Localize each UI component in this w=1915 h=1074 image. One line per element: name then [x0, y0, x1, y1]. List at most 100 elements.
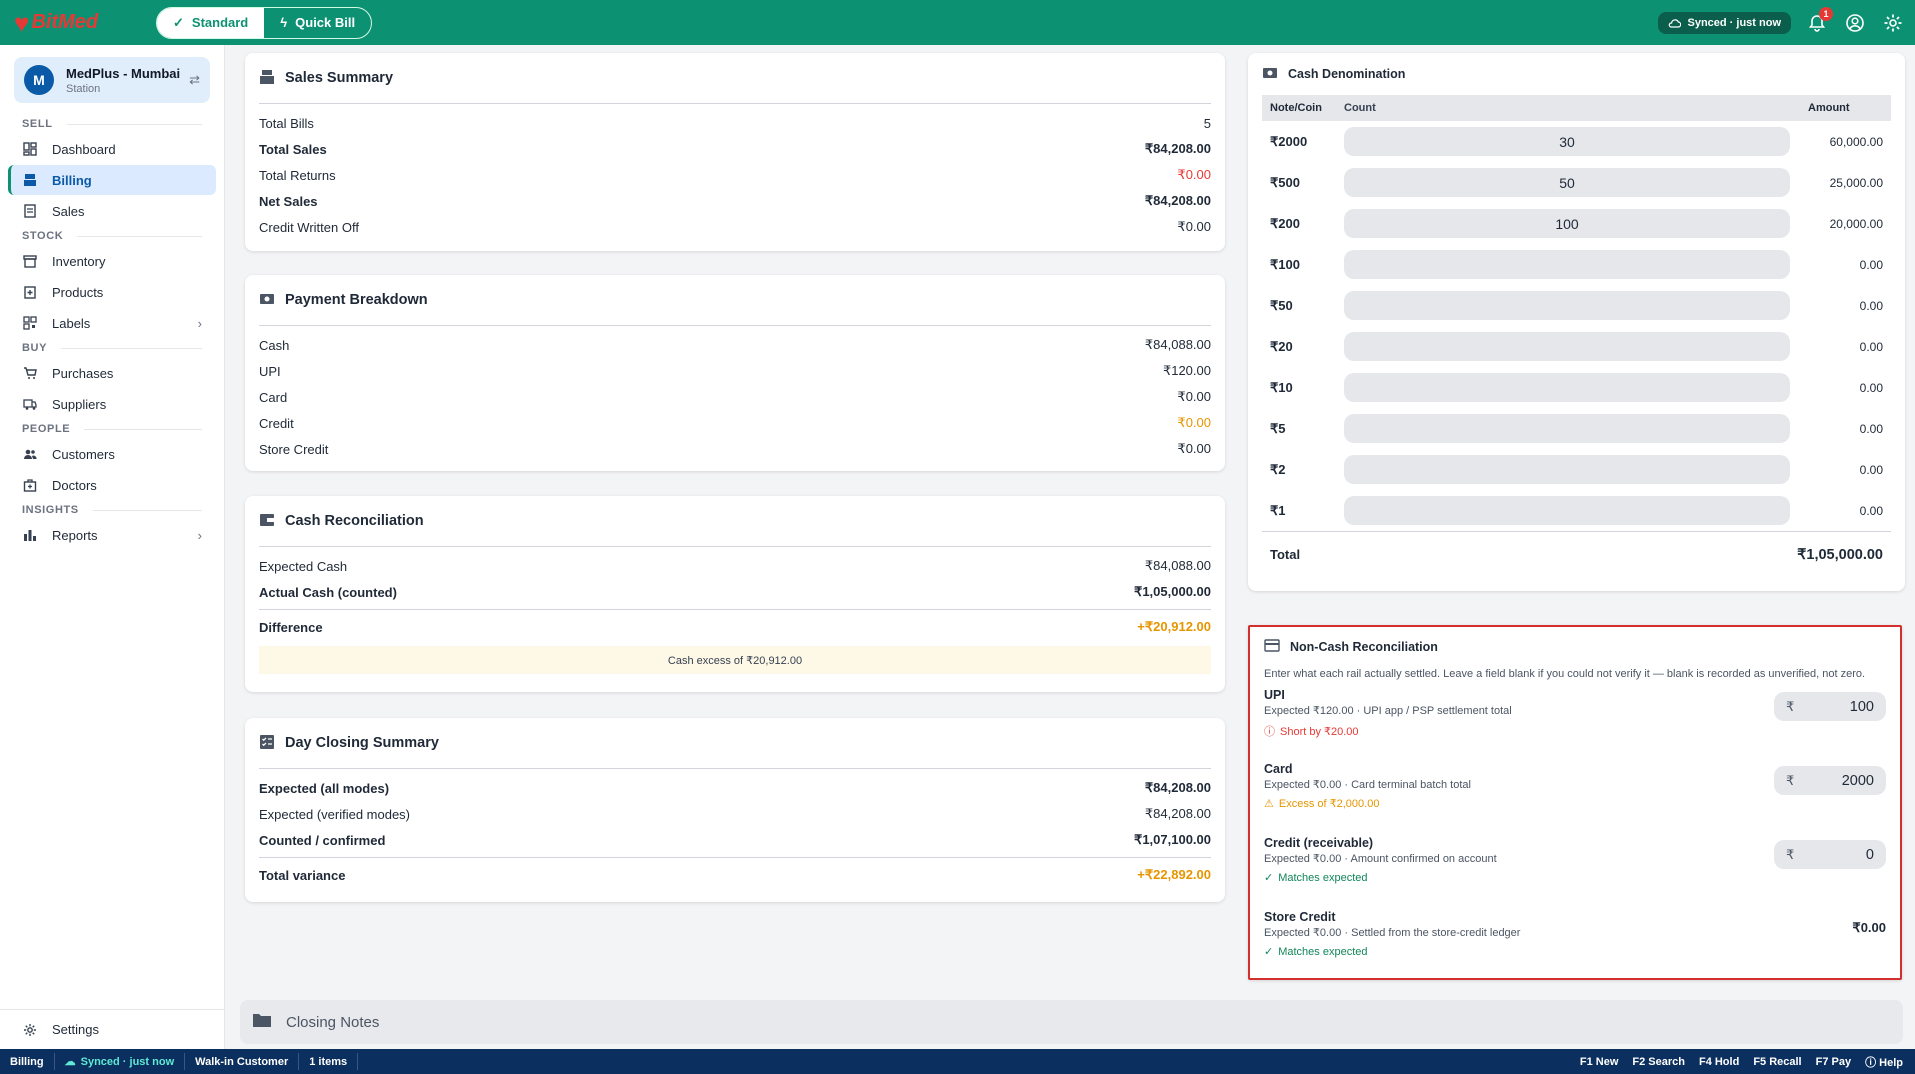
total-label: Total [1270, 547, 1301, 562]
row-label: Counted / confirmed [259, 832, 386, 848]
sidebar-item-settings[interactable]: Settings [0, 1009, 225, 1049]
wallet-icon [259, 512, 275, 531]
card-title: Payment Breakdown [285, 292, 428, 308]
station-switcher[interactable]: M MedPlus - Mumbai Station ⇄ [14, 57, 210, 103]
rail-name: Store Credit [1264, 910, 1336, 924]
sidebar-item-reports[interactable]: Reports › [8, 520, 216, 550]
sidebar-item-label: Sales [52, 203, 85, 219]
warning-icon: ⚠ [1264, 798, 1274, 810]
sidebar-item-label: Reports [52, 527, 98, 543]
chevron-right-icon: › [197, 527, 202, 543]
row-label: Total Bills [259, 115, 314, 131]
inventory-icon [22, 253, 38, 269]
count-input[interactable] [1344, 291, 1790, 320]
sidebar-item-dashboard[interactable]: Dashboard [8, 134, 216, 164]
count-input[interactable] [1344, 455, 1790, 484]
credit-amount-input[interactable]: ₹ 0 [1774, 840, 1886, 869]
card-amount-input[interactable]: ₹ 2000 [1774, 766, 1886, 795]
cash-reconciliation-card: Cash Reconciliation Expected Cash ₹84,088… [245, 496, 1225, 692]
row-value: 5 [1203, 115, 1211, 131]
total-variance-row: Total variance +₹22,892.00 [245, 862, 1225, 888]
logo[interactable]: ♥ BitMed [14, 10, 134, 36]
count-input[interactable]: 50 [1344, 168, 1790, 197]
user-circle-icon [1846, 13, 1864, 32]
card-title: Day Closing Summary [285, 735, 439, 751]
denomination-amount: 0.00 [1859, 421, 1883, 436]
denomination-table-header: Note/Coin Count Amount [1262, 95, 1891, 121]
sidebar-item-purchases[interactable]: Purchases [8, 358, 216, 388]
denomination-amount: 20,000.00 [1829, 216, 1883, 231]
card-title: Cash Denomination [1288, 67, 1406, 81]
swap-icon: ⇄ [189, 72, 200, 87]
bar-chart-icon [22, 527, 38, 543]
chevron-right-icon: › [197, 315, 202, 331]
help-button[interactable]: ⓘ Help [1865, 1054, 1903, 1070]
sidebar-item-label: Settings [52, 1022, 99, 1037]
sidebar-item-inventory[interactable]: Inventory [8, 246, 216, 276]
denomination-row: ₹5 0.00 [1262, 408, 1891, 449]
row-label: Expected Cash [259, 558, 348, 574]
shortcut-f4-hold[interactable]: F4 Hold [1699, 1056, 1739, 1068]
difference-row: Difference +₹20,912.00 [245, 614, 1225, 640]
denomination-label: ₹50 [1270, 297, 1293, 313]
sidebar-item-label: Labels [52, 315, 91, 331]
account-button[interactable] [1843, 11, 1867, 35]
total-sales-row: Total Sales ₹84,208.00 [245, 136, 1225, 162]
denomination-row: ₹10 0.00 [1262, 367, 1891, 408]
row-value: ₹84,208.00 [1144, 141, 1211, 156]
denomination-row: ₹2000 30 60,000.00 [1262, 121, 1891, 162]
denomination-row: ₹20 0.00 [1262, 326, 1891, 367]
count-input[interactable] [1344, 496, 1790, 525]
closing-notes-panel[interactable]: Closing Notes [240, 1000, 1903, 1044]
standard-mode-button[interactable]: ✓ Standard [157, 7, 265, 38]
notifications-button[interactable]: 1 [1805, 6, 1833, 35]
day-closing-summary-card: Day Closing Summary Expected (all modes)… [245, 718, 1225, 902]
sync-status-pill[interactable]: Synced · just now [1658, 11, 1791, 34]
money-icon [259, 292, 275, 309]
upi-amount-input[interactable]: ₹ 100 [1774, 692, 1886, 721]
count-input[interactable] [1344, 373, 1790, 402]
help-label: Help [1879, 1056, 1903, 1069]
lightning-icon: ϟ [280, 15, 288, 30]
sidebar-item-labels[interactable]: Labels › [8, 308, 216, 338]
count-input[interactable] [1344, 250, 1790, 279]
count-input[interactable] [1344, 414, 1790, 443]
store-credit-row: Store Credit ₹0.00 [245, 436, 1225, 462]
row-value: ₹0.00 [1177, 167, 1211, 182]
shortcut-f7-pay[interactable]: F7 Pay [1816, 1056, 1851, 1068]
shortcut-f2-search[interactable]: F2 Search [1632, 1056, 1685, 1068]
row-value: ₹0.00 [1177, 219, 1211, 234]
sidebar-item-sales[interactable]: Sales [8, 196, 216, 226]
sidebar-item-label: Dashboard [52, 141, 116, 157]
sidebar-item-billing[interactable]: Billing [8, 165, 216, 195]
denomination-amount: 0.00 [1859, 380, 1883, 395]
sidebar-item-doctors[interactable]: Doctors [8, 470, 216, 500]
sidebar-item-customers[interactable]: Customers [8, 439, 216, 469]
sidebar-item-suppliers[interactable]: Suppliers [8, 389, 216, 419]
row-value: +₹22,892.00 [1137, 867, 1211, 882]
standard-mode-label: Standard [191, 15, 249, 30]
sidebar-item-label: Inventory [52, 253, 106, 269]
rail-status-text: Short by ₹20.00 [1280, 725, 1359, 738]
denomination-label: ₹10 [1270, 379, 1293, 395]
shortcut-f1-new[interactable]: F1 New [1580, 1056, 1619, 1068]
sidebar-item-label: Billing [52, 172, 92, 188]
row-label: UPI [259, 363, 281, 379]
status-customer[interactable]: Walk-in Customer [185, 1053, 300, 1070]
count-input[interactable]: 30 [1344, 127, 1790, 156]
rail-status-text: Matches expected [1278, 871, 1368, 884]
quick-bill-mode-button[interactable]: ϟ Quick Bill [264, 8, 371, 38]
avatar: M [24, 65, 54, 95]
shortcut-f5-recall[interactable]: F5 Recall [1753, 1056, 1801, 1068]
receipt-icon [22, 203, 38, 219]
settings-button[interactable] [1881, 11, 1905, 35]
notification-badge: 1 [1819, 6, 1833, 21]
sidebar-item-label: Customers [52, 446, 115, 462]
sidebar-item-products[interactable]: Products [8, 277, 216, 307]
rail-card: Card Expected ₹0.00 · Card terminal batc… [1250, 762, 1900, 830]
count-input[interactable]: 100 [1344, 209, 1790, 238]
sync-status-text: Synced · just now [1687, 16, 1781, 29]
help-circle-icon: ⓘ [1865, 1056, 1877, 1069]
count-input[interactable] [1344, 332, 1790, 361]
non-cash-reconciliation-card: Non-Cash Reconciliation Enter what each … [1248, 625, 1902, 980]
